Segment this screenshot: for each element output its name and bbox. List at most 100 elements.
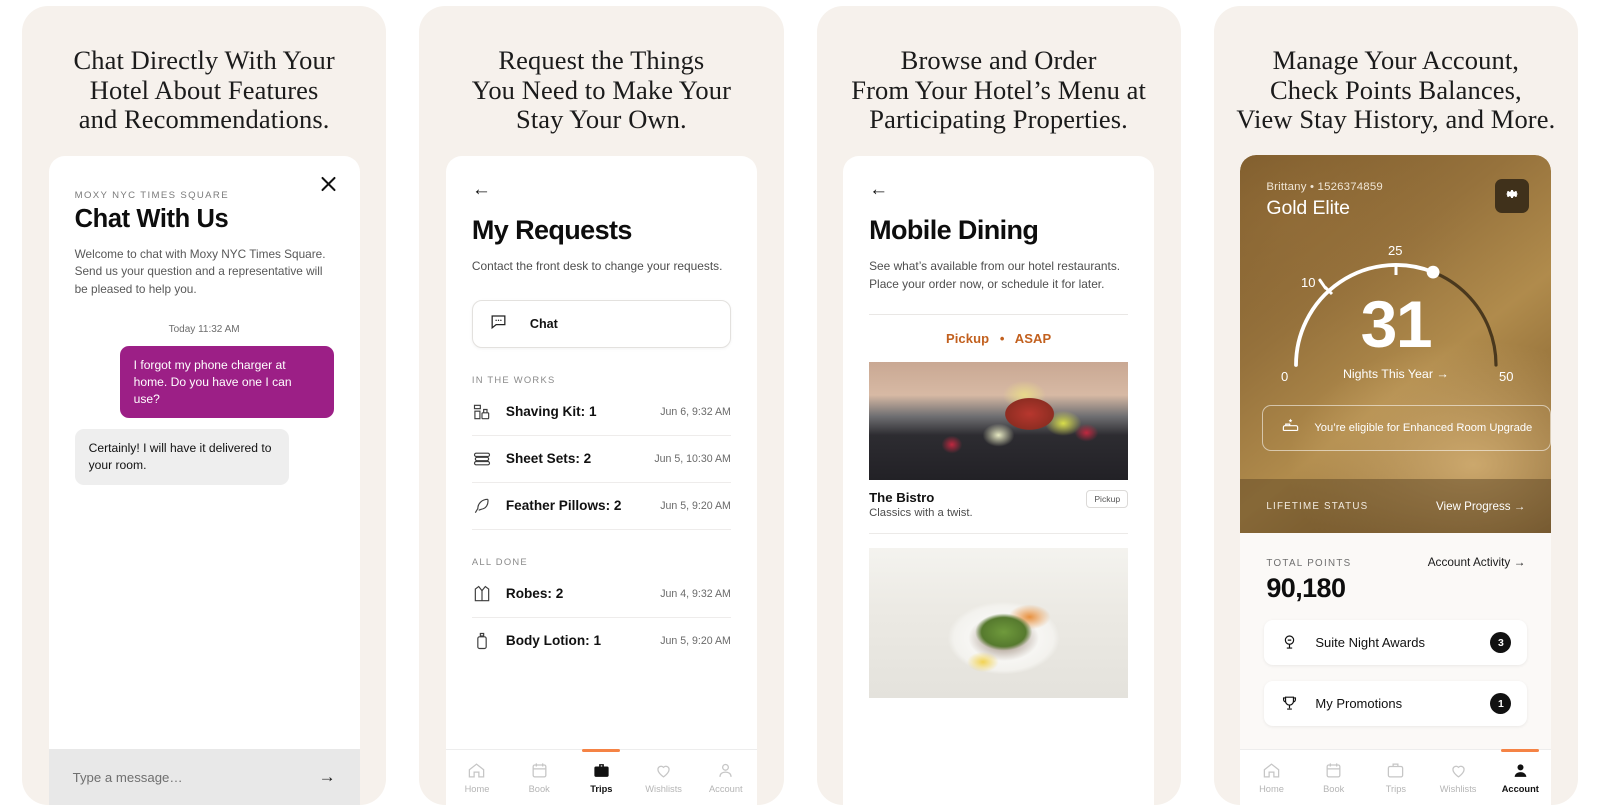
order-mode-row[interactable]: Pickup • ASAP [869,315,1128,348]
chat-body: MOXY NYC TIMES SQUARE Chat With Us Welco… [49,156,360,749]
list-item-suite-night-awards[interactable]: Suite Night Awards 3 [1264,620,1528,666]
briefcase-icon [592,761,611,780]
home-icon [1262,761,1281,780]
member-separator: • [1309,181,1315,194]
shaving-kit-icon [472,402,492,422]
message-input-placeholder[interactable]: Type a message… [73,770,309,785]
calendar-icon [1324,761,1343,780]
member-identity: Brittany • 1526374859 [1266,181,1383,193]
request-time: Jun 6, 9:32 AM [660,405,731,418]
tab-label: Book [528,784,550,794]
order-mode[interactable]: Pickup [946,331,989,346]
order-time[interactable]: ASAP [1015,331,1052,346]
status-badge: 1 [1490,693,1512,715]
dining-screen-body: ← Mobile Dining See what’s available fro… [843,156,1154,698]
request-time: Jun 5, 9:20 AM [660,634,731,647]
briefcase-icon [1386,761,1405,780]
list-item-label: Suite Night Awards [1315,635,1425,651]
chat-composer[interactable]: Type a message… → [48,749,360,805]
tab-trips[interactable]: Trips [570,750,632,805]
status-badge: 3 [1490,632,1512,654]
gauge-tick-25: 25 [1388,243,1402,258]
chat-intro-text: Welcome to chat with Moxy NYC Times Squa… [74,247,326,296]
chat-bubble-user: I forgot my phone charger at home. Do yo… [119,346,334,419]
panel-headline: Browse and Order From Your Hotel’s Menu … [851,45,1146,135]
view-progress-link[interactable]: View Progress → [1436,500,1525,513]
points-header: TOTAL POINTS Account Activity → [1240,533,1551,569]
panel-account: Manage Your Account, Check Points Balanc… [1213,6,1578,805]
request-time: Jun 5, 10:30 AM [654,452,731,465]
tab-label: Trips [1385,784,1407,794]
request-time: Jun 4, 9:32 AM [660,587,731,600]
bottom-tab-bar: Home Book Trips Wishlists Account [445,749,757,805]
phone-screen-requests: ← My Requests Contact the front desk to … [445,156,757,805]
nights-caption[interactable]: Nights This Year → [1240,367,1551,381]
panel-dining: Browse and Order From Your Hotel’s Menu … [816,6,1181,805]
restaurant-photo [869,361,1129,480]
person-icon [1511,761,1530,780]
phone-screen-account: Brittany • 1526374859 Gold Elite 0 10 25… [1240,155,1552,805]
bottom-tab-bar: Home Book Trips Wishlists Account [1240,749,1552,805]
total-points-value: 90,180 [1266,573,1346,604]
phone-screen-chat: MOXY NYC TIMES SQUARE Chat With Us Welco… [48,156,360,805]
request-label: Feather Pillows: 2 [505,498,622,514]
tab-book[interactable]: Book [1303,750,1365,805]
request-label: Sheet Sets: 2 [505,451,592,467]
panel-chat: Chat Directly With Your Hotel About Feat… [22,6,387,805]
account-activity-link[interactable]: Account Activity → [1428,555,1526,569]
panel-headline: Manage Your Account, Check Points Balanc… [1236,45,1556,135]
table-row[interactable]: Robes: 2 Jun 4, 9:32 AM [471,571,731,618]
calendar-icon [530,761,549,780]
benefits-carousel[interactable]: You’re eligible for Enhanced Room Upgrad… [1262,405,1552,452]
benefit-room-upgrade[interactable]: You’re eligible for Enhanced Room Upgrad… [1262,405,1552,452]
restaurant-card[interactable]: The Bistro Classics with a twist. Pickup [869,361,1129,534]
loyalty-status-card: Brittany • 1526374859 Gold Elite 0 10 25… [1240,155,1552,534]
robe-icon [472,584,492,604]
tab-account[interactable]: Account [1489,750,1551,805]
benefit-text: You’re eligible for Enhanced Room Upgrad… [1314,422,1533,435]
tab-label: Wishlists [1439,784,1477,794]
tab-label: Trips [590,784,613,794]
page-title: My Requests [471,215,633,246]
close-icon[interactable] [318,174,338,194]
app-screenshot-gallery: Chat Directly With Your Hotel About Feat… [0,0,1600,805]
tab-trips[interactable]: Trips [1365,750,1427,805]
table-row[interactable]: Body Lotion: 1 Jun 5, 9:20 AM [472,618,731,664]
settings-button[interactable] [1495,179,1530,214]
tab-home[interactable]: Home [446,750,508,805]
tab-wishlists[interactable]: Wishlists [1427,750,1489,805]
back-arrow-icon[interactable]: ← [472,180,731,199]
phone-screen-dining: ← Mobile Dining See what’s available fro… [843,156,1155,805]
chat-button[interactable]: Chat [471,299,731,348]
tab-label: Book [1323,784,1345,794]
table-row[interactable]: Shaving Kit: 1 Jun 6, 9:32 AM [471,389,731,436]
restaurant-meta: The Bistro Classics with a twist. Pickup [869,480,1129,533]
panel-headline: Request the Things You Need to Make Your… [471,45,732,135]
account-body: Brittany • 1526374859 Gold Elite 0 10 25… [1240,155,1552,805]
gear-icon [1504,186,1520,207]
heart-icon [654,761,673,780]
restaurant-card[interactable] [869,547,1129,698]
back-arrow-icon[interactable]: ← [869,180,1128,199]
request-label: Robes: 2 [505,586,564,602]
order-separator: • [999,330,1005,346]
request-label: Shaving Kit: 1 [505,404,597,420]
section-label-all-done: ALL DONE [471,555,528,567]
table-row[interactable]: Feather Pillows: 2 Jun 5, 9:20 AM [471,483,731,530]
hotel-name-eyebrow: MOXY NYC TIMES SQUARE [74,190,229,202]
suite-night-award-icon [1280,633,1299,652]
tab-home[interactable]: Home [1240,750,1302,805]
chat-button-label: Chat [529,316,558,331]
panel-requests: Request the Things You Need to Make Your… [419,6,784,805]
tab-account[interactable]: Account [695,750,757,805]
tab-label: Wishlists [645,784,682,794]
tab-label: Account [708,784,743,794]
tab-wishlists[interactable]: Wishlists [632,750,694,805]
table-row[interactable]: Sheet Sets: 2 Jun 5, 10:30 AM [471,436,731,483]
list-item-my-promotions[interactable]: My Promotions 1 [1264,681,1528,727]
person-icon [716,761,735,780]
tab-book[interactable]: Book [508,750,570,805]
tab-label: Home [1259,784,1284,794]
send-arrow-icon[interactable]: → [319,767,336,787]
feather-pillow-icon [472,496,492,516]
